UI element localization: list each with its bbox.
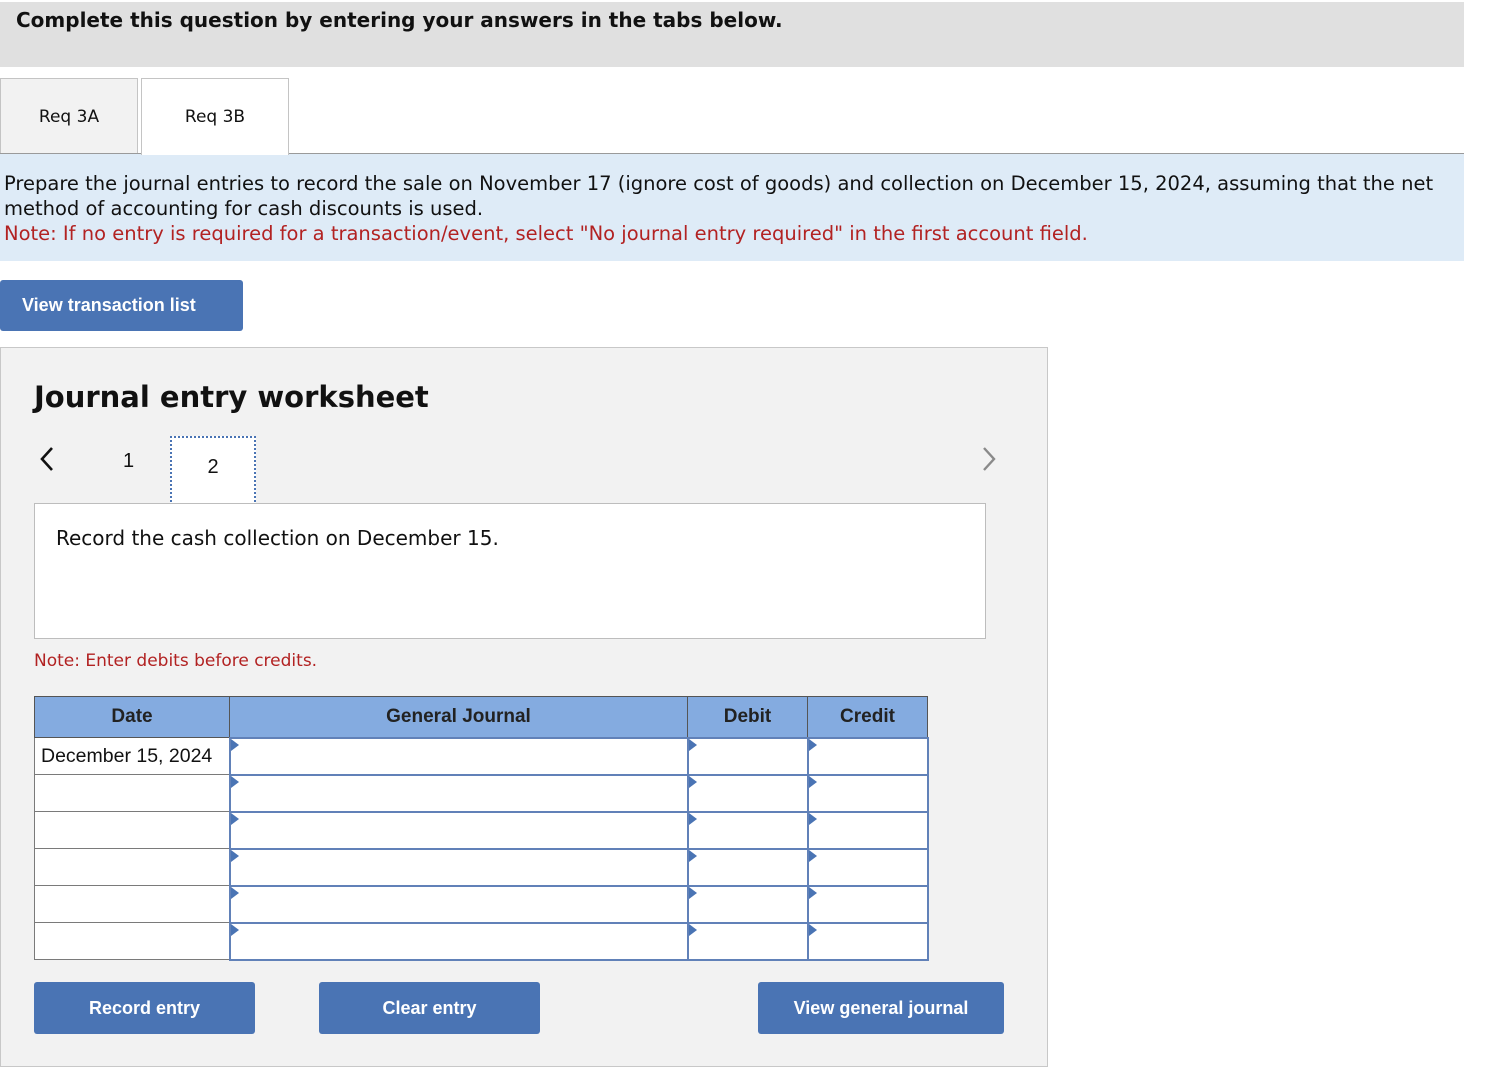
chevron-left-icon[interactable]	[37, 444, 57, 474]
view-transaction-list-button[interactable]: View transaction list	[0, 280, 243, 331]
debit-input[interactable]	[688, 923, 807, 959]
debit-cell[interactable]	[686, 773, 809, 813]
entry-description-text: Record the cash collection on December 1…	[56, 526, 499, 550]
credit-input[interactable]	[808, 738, 927, 774]
account-input[interactable]	[230, 923, 687, 959]
credit-cell[interactable]	[806, 810, 929, 850]
date-cell	[34, 848, 230, 886]
credit-cell[interactable]	[806, 773, 929, 813]
question-text: Prepare the journal entries to record th…	[4, 172, 1434, 220]
account-cell[interactable]	[228, 884, 689, 924]
debit-input[interactable]	[688, 775, 807, 811]
page-2-link[interactable]: 2	[170, 436, 256, 506]
header-debit: Debit	[687, 696, 808, 738]
worksheet-title: Journal entry worksheet	[34, 380, 429, 414]
debit-cell[interactable]	[686, 921, 809, 961]
credit-input[interactable]	[808, 923, 927, 959]
debit-input[interactable]	[688, 812, 807, 848]
account-input[interactable]	[230, 849, 687, 885]
date-cell	[34, 885, 230, 923]
credit-cell[interactable]	[806, 884, 929, 924]
account-cell[interactable]	[228, 921, 689, 961]
debit-input[interactable]	[688, 738, 807, 774]
date-cell	[34, 774, 230, 812]
tab-req-3b[interactable]: Req 3B	[141, 78, 289, 155]
date-cell	[34, 922, 230, 960]
question-note: Note: If no entry is required for a tran…	[4, 222, 1088, 245]
credit-input[interactable]	[808, 849, 927, 885]
journal-row	[34, 773, 929, 813]
account-cell[interactable]	[228, 847, 689, 887]
clear-entry-button[interactable]: Clear entry	[319, 982, 540, 1034]
entry-description: Record the cash collection on December 1…	[34, 503, 986, 639]
debit-cell[interactable]	[686, 847, 809, 887]
date-cell: December 15, 2024	[34, 737, 230, 775]
chevron-right-icon[interactable]	[979, 444, 999, 474]
debit-cell[interactable]	[686, 810, 809, 850]
debit-credit-note: Note: Enter debits before credits.	[34, 651, 318, 671]
credit-input[interactable]	[808, 812, 927, 848]
journal-row: December 15, 2024	[34, 736, 929, 776]
instructions-text: Complete this question by entering your …	[16, 8, 783, 32]
debit-cell[interactable]	[686, 884, 809, 924]
credit-input[interactable]	[808, 886, 927, 922]
journal-table: Date General Journal Debit Credit Decemb…	[34, 696, 929, 961]
debit-input[interactable]	[688, 849, 807, 885]
account-input[interactable]	[230, 738, 687, 774]
instructions-bar: Complete this question by entering your …	[0, 2, 1464, 67]
header-credit: Credit	[807, 696, 928, 738]
journal-row	[34, 847, 929, 887]
account-input[interactable]	[230, 886, 687, 922]
header-general-journal: General Journal	[229, 696, 688, 738]
journal-entry-worksheet: Journal entry worksheet 1 2 Record the c…	[0, 347, 1048, 1067]
view-general-journal-button[interactable]: View general journal	[758, 982, 1004, 1034]
account-input[interactable]	[230, 812, 687, 848]
credit-input[interactable]	[808, 775, 927, 811]
date-cell	[34, 811, 230, 849]
journal-row	[34, 810, 929, 850]
question-panel: Prepare the journal entries to record th…	[0, 153, 1464, 261]
account-cell[interactable]	[228, 736, 689, 776]
debit-cell[interactable]	[686, 736, 809, 776]
journal-row	[34, 884, 929, 924]
debit-input[interactable]	[688, 886, 807, 922]
account-cell[interactable]	[228, 773, 689, 813]
header-date: Date	[34, 696, 230, 738]
account-input[interactable]	[230, 775, 687, 811]
tab-req-3a[interactable]: Req 3A	[0, 78, 138, 154]
page-1-link[interactable]: 1	[123, 450, 134, 473]
credit-cell[interactable]	[806, 736, 929, 776]
credit-cell[interactable]	[806, 921, 929, 961]
credit-cell[interactable]	[806, 847, 929, 887]
record-entry-button[interactable]: Record entry	[34, 982, 255, 1034]
account-cell[interactable]	[228, 810, 689, 850]
journal-row	[34, 921, 929, 961]
